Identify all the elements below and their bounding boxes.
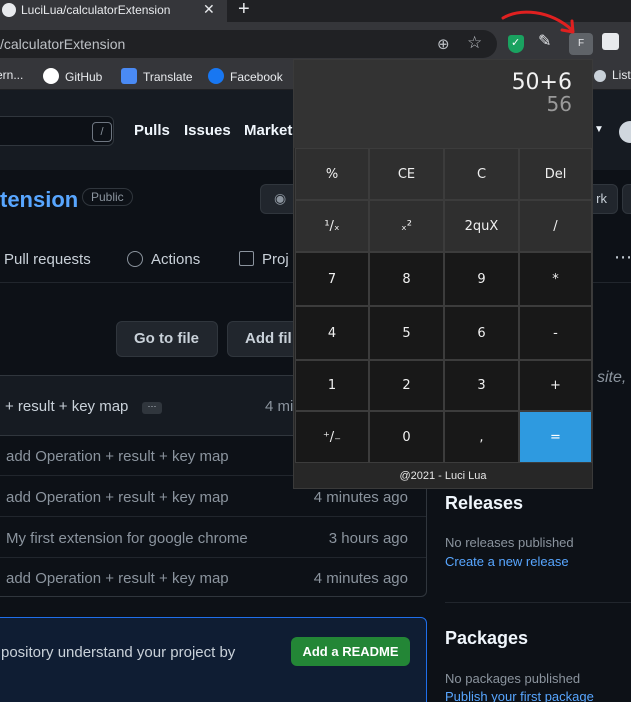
- about-description: site, c: [597, 369, 631, 386]
- eye-icon: ◉: [274, 190, 287, 206]
- sidebar-divider: [445, 602, 631, 603]
- bookmark-star-icon[interactable]: ☆: [467, 33, 482, 53]
- table-row: add Operation + result + key map 4 minut…: [0, 558, 426, 598]
- digit-2-key[interactable]: 2: [369, 360, 444, 411]
- digit-7-key[interactable]: 7: [295, 252, 369, 306]
- nav-marketplace[interactable]: Market: [244, 122, 292, 139]
- zoom-icon[interactable]: ⊕: [437, 35, 450, 53]
- commit-message[interactable]: add Operation + result + key map: [6, 570, 229, 587]
- close-tab-icon[interactable]: ✕: [203, 1, 215, 18]
- subtract-key[interactable]: -: [519, 306, 592, 360]
- digit-9-key[interactable]: 9: [444, 252, 519, 306]
- divide-key[interactable]: /: [519, 200, 592, 252]
- url-text: /calculatorExtension: [0, 36, 126, 52]
- table-row: My first extension for google chrome 3 h…: [0, 518, 426, 558]
- reciprocal-key[interactable]: ¹/ₓ: [295, 200, 369, 252]
- digit-1-key[interactable]: 1: [295, 360, 369, 411]
- tab-projects[interactable]: Proj: [239, 251, 289, 268]
- digit-8-key[interactable]: 8: [369, 252, 444, 306]
- new-tab-button[interactable]: +: [238, 0, 250, 21]
- commit-message[interactable]: add Operation + result + key map: [6, 489, 229, 506]
- calculator-result: 56: [546, 92, 572, 116]
- decimal-key[interactable]: ,: [444, 411, 519, 463]
- facebook-icon: [208, 68, 224, 84]
- red-arrow-annotation: [501, 10, 575, 34]
- repo-name-link[interactable]: tension: [0, 187, 78, 213]
- digit-3-key[interactable]: 3: [444, 360, 519, 411]
- nav-issues[interactable]: Issues: [184, 122, 231, 139]
- star-button[interactable]: [622, 184, 631, 214]
- calculator-popup: 50+6 56 % CE C Del ¹/ₓ ₓ² 2quX/7 8 9 * 4 5 6-1 2 3 + ⁺/₋…: [293, 59, 593, 489]
- digit-4-key[interactable]: 4: [295, 306, 369, 360]
- chevron-down-icon[interactable]: ▼: [594, 124, 604, 135]
- delete-key[interactable]: Del: [519, 148, 592, 200]
- packages-empty-text: No packages published: [445, 671, 581, 686]
- visibility-badge: Public: [82, 188, 133, 206]
- tab-actions[interactable]: Actions: [127, 251, 200, 268]
- translate-icon: [121, 68, 137, 84]
- calculator-display: 50+6 56: [294, 60, 592, 148]
- more-options-icon[interactable]: ⋯: [614, 247, 631, 268]
- packages-heading[interactable]: Packages: [445, 628, 528, 649]
- readme-prompt-text: pository understand your project by: [1, 644, 236, 661]
- tab-title: LuciLua/calculatorExtension: [21, 3, 171, 17]
- go-to-file-button[interactable]: Go to file: [116, 321, 218, 357]
- address-bar[interactable]: /calculatorExtension ⊕ ☆: [0, 30, 497, 58]
- multiply-key[interactable]: *: [519, 252, 592, 306]
- percent-key[interactable]: %: [295, 148, 369, 200]
- play-circle-icon: [127, 251, 143, 267]
- commit-time: 4 minutes ago: [313, 489, 408, 506]
- create-release-link[interactable]: Create a new release: [445, 554, 569, 569]
- bookmark-lista[interactable]: Lista: [594, 68, 631, 82]
- square-key[interactable]: ₓ²: [369, 200, 444, 252]
- github-favicon-icon: [2, 3, 16, 17]
- negate-key[interactable]: ⁺/₋: [295, 411, 369, 463]
- bookmark-icon: [594, 70, 606, 82]
- digit-0-key[interactable]: 0: [369, 411, 444, 463]
- commit-message[interactable]: add Operation + result + key map: [6, 448, 229, 465]
- clear-key[interactable]: C: [444, 148, 519, 200]
- latest-commit-message[interactable]: + result + key map: [5, 398, 128, 415]
- github-icon: [43, 68, 59, 84]
- add-key[interactable]: +: [519, 360, 592, 411]
- expand-commit-button[interactable]: ···: [142, 402, 162, 414]
- avatar[interactable]: [619, 121, 631, 143]
- nav-pulls[interactable]: Pulls: [134, 122, 170, 139]
- digit-6-key[interactable]: 6: [444, 306, 519, 360]
- square-root-key[interactable]: 2quX: [444, 200, 519, 252]
- search-input[interactable]: /: [0, 116, 114, 146]
- bookmark-facebook[interactable]: Facebook: [208, 68, 283, 84]
- equals-key[interactable]: =: [519, 411, 592, 463]
- tab-pull-requests[interactable]: Pull requests: [4, 251, 91, 268]
- commit-time: 3 hours ago: [328, 530, 408, 547]
- clear-entry-key[interactable]: CE: [369, 148, 444, 200]
- publish-package-link[interactable]: Publish your first package: [445, 689, 594, 702]
- latest-commit-time: 4 mi: [265, 398, 294, 415]
- bookmark-github[interactable]: GitHub: [43, 68, 102, 84]
- calculator-footer: @2021 - Luci Lua: [399, 470, 487, 482]
- slash-shortcut-key: /: [92, 122, 112, 142]
- browser-tab[interactable]: LuciLua/calculatorExtension ✕: [0, 0, 227, 22]
- releases-heading[interactable]: Releases: [445, 493, 523, 514]
- commit-message[interactable]: My first extension for google chrome: [6, 530, 248, 547]
- commit-time: 4 minutes ago: [313, 570, 408, 587]
- bookmark-translate[interactable]: Translate: [121, 68, 193, 84]
- extensions-puzzle-icon[interactable]: [602, 33, 619, 50]
- add-readme-button[interactable]: Add a README: [291, 637, 410, 666]
- releases-empty-text: No releases published: [445, 535, 574, 550]
- project-board-icon: [239, 251, 254, 266]
- bookmark-item[interactable]: ern...: [0, 68, 23, 82]
- digit-5-key[interactable]: 5: [369, 306, 444, 360]
- readme-prompt-box: pository understand your project by Add …: [0, 617, 427, 702]
